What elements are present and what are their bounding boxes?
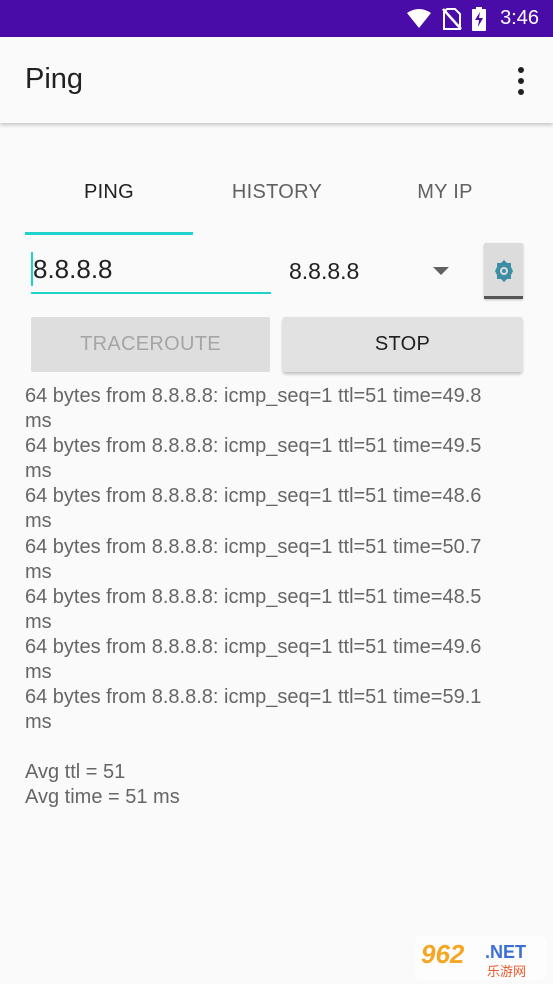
ping-line: 64 bytes from 8.8.8.8: icmp_seq=1 ttl=51… [25, 585, 482, 633]
watermark-logo: 962 .NET 乐游网 [415, 936, 547, 980]
host-select[interactable]: 8.8.8.8 [289, 252, 457, 292]
traceroute-button[interactable]: TRACEROUTE [31, 317, 270, 372]
ping-line: 64 bytes from 8.8.8.8: icmp_seq=1 ttl=51… [25, 686, 482, 734]
tab-bar: PING HISTORY MY IP [25, 165, 529, 235]
host-select-value: 8.8.8.8 [289, 258, 360, 284]
stop-button[interactable]: STOP [283, 317, 522, 372]
status-time: 3:46 [500, 7, 539, 29]
app-title: Ping [25, 63, 84, 95]
dropdown-arrow-icon [433, 267, 449, 275]
battery-charging-icon [472, 6, 487, 31]
host-input[interactable]: 8.8.8.8 [31, 246, 271, 294]
tab-ping[interactable]: PING [25, 165, 193, 235]
watermark-sub: 乐游网 [487, 965, 526, 980]
no-sim-icon [442, 7, 462, 30]
tab-my-ip[interactable]: MY IP [361, 165, 529, 235]
watermark-domain: .NET [485, 942, 526, 962]
app-bar: Ping [0, 37, 553, 123]
ping-line: 64 bytes from 8.8.8.8: icmp_seq=1 ttl=51… [25, 535, 482, 583]
host-input-value: 8.8.8.8 [33, 254, 113, 284]
more-vert-icon[interactable] [509, 67, 533, 95]
wifi-icon [407, 8, 432, 28]
status-icons: 3:46 [406, 0, 539, 37]
ping-line: 64 bytes from 8.8.8.8: icmp_seq=1 ttl=51… [25, 385, 482, 433]
watermark-brand: 962 [421, 939, 465, 969]
tab-indicator [25, 232, 193, 235]
settings-icon [494, 260, 513, 282]
ping-line: 64 bytes from 8.8.8.8: icmp_seq=1 ttl=51… [25, 435, 482, 483]
ping-output: 64 bytes from 8.8.8.8: icmp_seq=1 ttl=51… [25, 384, 530, 811]
status-bar: 3:46 [0, 0, 553, 37]
avg-ttl: Avg ttl = 51 [25, 761, 126, 784]
text-cursor [31, 252, 33, 286]
avg-time: Avg time = 51 ms [25, 786, 180, 809]
ping-line: 64 bytes from 8.8.8.8: icmp_seq=1 ttl=51… [25, 635, 482, 684]
tab-history[interactable]: HISTORY [193, 165, 361, 235]
settings-button[interactable] [484, 243, 523, 299]
ping-line: 64 bytes from 8.8.8.8: icmp_seq=1 ttl=51… [25, 485, 482, 533]
